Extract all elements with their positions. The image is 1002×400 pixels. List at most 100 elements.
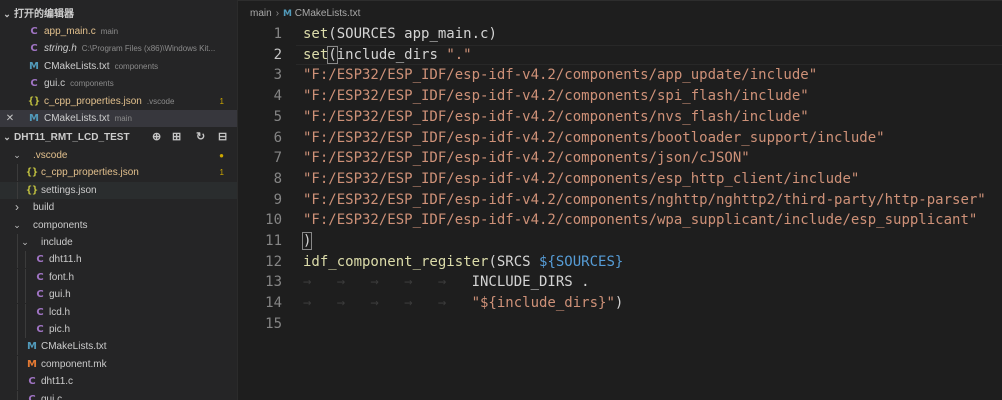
open-editor-item[interactable]: Cgui.c components	[0, 75, 237, 92]
file-description: components	[114, 61, 159, 71]
indent-guide	[17, 268, 18, 286]
refresh-icon[interactable]: ↻	[196, 129, 205, 146]
explorer-tree-item[interactable]: M CMakeLists.txt	[0, 338, 237, 356]
code-line[interactable]: 10 "F:/ESP32/ESP_IDF/esp-idf-v4.2/compone…	[238, 210, 1002, 231]
indent-guide	[25, 251, 26, 269]
file-name: gui.c	[44, 78, 66, 90]
code-line[interactable]: 9 "F:/ESP32/ESP_IDF/esp-idf-v4.2/componen…	[238, 190, 1002, 211]
breadcrumb-folder[interactable]: main	[250, 8, 272, 19]
code-line[interactable]: 14 → → → → → "${include_dirs}")	[238, 293, 1002, 314]
code-line[interactable]: 6 "F:/ESP32/ESP_IDF/esp-idf-v4.2/componen…	[238, 128, 1002, 149]
explorer-tree-item[interactable]: Cpic.h	[0, 321, 237, 338]
code-token: (	[327, 45, 338, 64]
code-line[interactable]: 11)	[238, 231, 1002, 252]
code-token: "F:/ESP32/ESP_IDF/esp-idf-v4.2/component…	[303, 170, 860, 187]
indent-guide	[17, 164, 18, 182]
chevron-down-icon: ⌄	[13, 150, 21, 160]
explorer-tree-item[interactable]: ⌄ components	[0, 217, 237, 234]
file-name: string.h	[44, 43, 77, 55]
open-editor-item[interactable]: ✕ M CMakeLists.txt main	[0, 110, 237, 127]
explorer-tree-item[interactable]: Cfont.h	[0, 268, 237, 286]
code-text: "F:/ESP32/ESP_IDF/esp-idf-v4.2/component…	[303, 86, 809, 107]
code-line[interactable]: 2 set(include_dirs "."	[238, 45, 1002, 66]
explorer-tree-item[interactable]: Cgui.c	[0, 390, 237, 400]
explorer-tree-item[interactable]: Cdht11.h	[0, 251, 237, 269]
explorer-tree-item[interactable]: Clcd.h	[0, 303, 237, 321]
file-description: components	[70, 79, 114, 89]
code-text: "F:/ESP32/ESP_IDF/esp-idf-v4.2/component…	[303, 210, 977, 231]
code-line[interactable]: 8 "F:/ESP32/ESP_IDF/esp-idf-v4.2/componen…	[238, 169, 1002, 190]
modified-dot-icon: ●	[219, 151, 224, 160]
explorer-tree-item[interactable]: Cgui.h	[0, 286, 237, 304]
line-number: 11	[265, 233, 282, 249]
code-text: idf_component_register(SRCS ${SOURCES}	[303, 252, 623, 273]
line-number: 12	[265, 253, 282, 270]
new-file-icon[interactable]: ⊕	[152, 129, 161, 146]
code-token: set	[303, 26, 329, 42]
open-editors-header[interactable]: ⌄ 打开的编辑器	[0, 6, 237, 23]
indent-guide	[17, 286, 18, 304]
explorer-tree-item[interactable]: ⌄ include	[0, 234, 237, 251]
code-line[interactable]: 12 idf_component_register(SRCS ${SOURCES}	[238, 252, 1002, 273]
problem-count-badge: 1	[219, 96, 224, 106]
problem-count-badge: 1	[219, 168, 224, 178]
tree-item-label: dht11.h	[49, 254, 82, 266]
code-line[interactable]: 5 "F:/ESP32/ESP_IDF/esp-idf-v4.2/componen…	[238, 107, 1002, 128]
editor-pane[interactable]: main › M CMakeLists.txt 1 set(SOURCES app_m…	[238, 0, 1002, 400]
c-file-icon: C	[28, 376, 36, 388]
file-name: app_main.c	[44, 26, 96, 37]
chevron-right-icon: ›	[15, 200, 19, 215]
code-token: )	[301, 232, 313, 250]
cmake-file-icon: M	[27, 341, 37, 353]
file-description: C:\Program Files (x86)\Windows Kit...	[81, 44, 216, 54]
explorer-tree-item[interactable]: Mcomponent.mk	[0, 355, 237, 373]
code-line[interactable]: 13 → → → → → INCLUDE_DIRS .	[238, 272, 1002, 293]
code-text: set(include_dirs "."	[303, 45, 472, 66]
explorer-tree-item[interactable]: {} settings.json	[0, 181, 237, 199]
code-token: "${include_dirs}"	[471, 295, 615, 312]
code-line[interactable]: 15	[238, 314, 1002, 335]
code-token: "F:/ESP32/ESP_IDF/esp-idf-v4.2/component…	[303, 129, 885, 146]
c-file-icon: C	[36, 289, 44, 301]
explorer-tree-item[interactable]: Cdht11.c	[0, 373, 237, 391]
breadcrumb: main › M CMakeLists.txt	[250, 8, 360, 19]
indent-guide	[17, 251, 18, 269]
explorer-tree-item[interactable]: {} c_cpp_properties.json 1	[0, 164, 237, 182]
line-number: 14	[265, 295, 282, 312]
makefile-icon: M	[27, 358, 37, 370]
open-editor-item[interactable]: Cstring.h C:\Program Files (x86)\Windows …	[0, 40, 237, 57]
code-token: (SOURCES app_main.c)	[328, 26, 497, 42]
open-editor-item[interactable]: M CMakeLists.txt components	[0, 58, 237, 75]
close-icon[interactable]: ✕	[4, 110, 16, 127]
explorer-tree-item[interactable]: › build	[0, 199, 237, 216]
indent-guide	[17, 338, 18, 356]
file-name: CMakeLists.txt	[44, 60, 110, 72]
code-line[interactable]: 1 set(SOURCES app_main.c)	[238, 24, 1002, 45]
code-token: "F:/ESP32/ESP_IDF/esp-idf-v4.2/component…	[303, 88, 809, 105]
collapse-all-icon[interactable]: ⊟	[218, 129, 227, 146]
c-file-icon: C	[30, 43, 38, 55]
indent-guide	[25, 321, 26, 338]
indent-guide	[17, 303, 18, 321]
line-number: 2	[273, 46, 282, 63]
chevron-down-icon: ⌄	[21, 237, 29, 247]
open-editor-item[interactable]: Capp_main.c main	[0, 23, 237, 40]
chevron-down-icon: ⌄	[13, 219, 21, 230]
code-line[interactable]: 4 "F:/ESP32/ESP_IDF/esp-idf-v4.2/componen…	[238, 86, 1002, 107]
chevron-down-icon: ⌄	[3, 9, 11, 19]
open-editor-item[interactable]: {} c_cpp_properties.json .vscode 1	[0, 93, 237, 110]
explorer-tree-item[interactable]: ⌄ .vscode ●	[0, 147, 237, 164]
code-token: → → → → →	[303, 274, 472, 291]
line-number: 4	[273, 88, 282, 105]
code-line[interactable]: 3 "F:/ESP32/ESP_IDF/esp-idf-v4.2/componen…	[238, 65, 1002, 86]
tree-item-label: settings.json	[41, 184, 97, 196]
code-line[interactable]: 7 "F:/ESP32/ESP_IDF/esp-idf-v4.2/componen…	[238, 148, 1002, 169]
tree-item-label: .vscode	[33, 150, 68, 161]
new-folder-icon[interactable]: ⊞	[172, 129, 181, 146]
open-editor-label: c_cpp_properties.json .vscode	[44, 93, 174, 110]
line-number: 9	[273, 191, 282, 208]
explorer-project-header[interactable]: ⌄ DHT11_RMT_LCD_TEST ⊕ ⊞ ↻ ⊟	[0, 129, 237, 146]
breadcrumb-file[interactable]: CMakeLists.txt	[295, 8, 361, 19]
c-file-icon: C	[36, 254, 44, 266]
tree-item-label: dht11.c	[41, 376, 74, 388]
